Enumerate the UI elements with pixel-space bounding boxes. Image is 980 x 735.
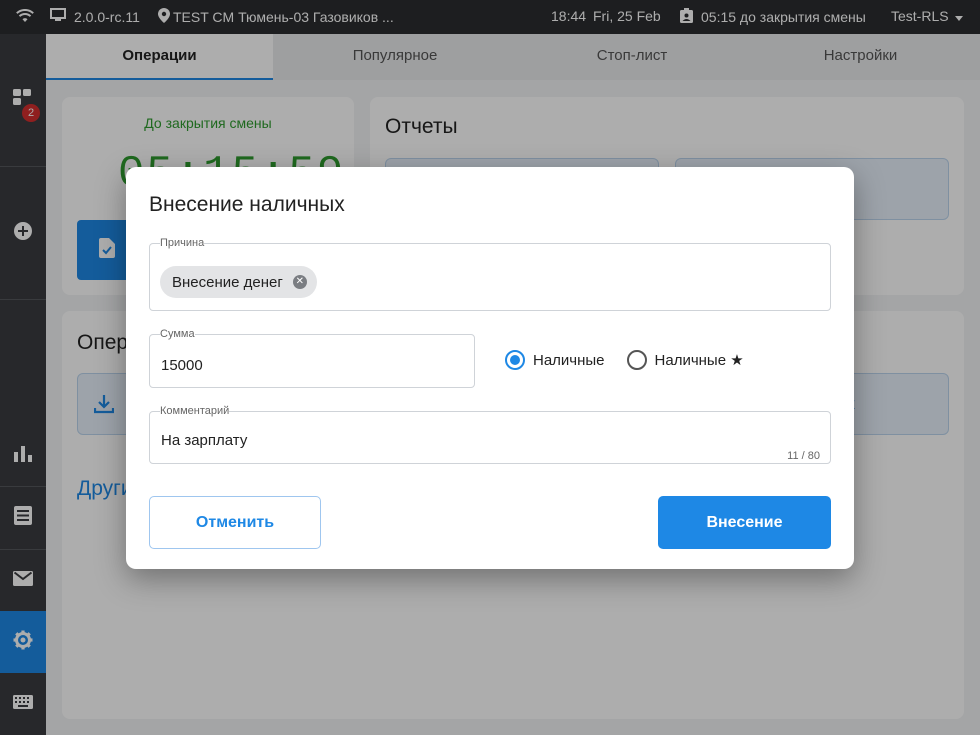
radio-checked-icon [505,350,525,370]
payment-cash-star-label: Наличные ★ [654,352,744,369]
reason-chip-label: Внесение денег [172,273,283,291]
payment-cash-star-radio[interactable]: Наличные ★ [626,350,744,370]
comment-label: Комментарий [160,405,230,417]
payment-cash-label: Наличные [533,351,605,369]
deposit-submit-button[interactable]: Внесение [658,496,831,549]
reason-chip[interactable]: Внесение денег ✕ [160,266,317,298]
sum-label: Сумма [160,328,195,340]
comment-char-counter: 11 / 80 [787,450,820,462]
radio-unchecked-icon [626,350,647,370]
dialog-title: Внесение наличных [149,193,345,216]
chip-remove-icon[interactable]: ✕ [292,275,307,289]
sum-field[interactable]: Сумма 15000 [149,328,475,388]
payment-type-group: Наличные Наличные ★ [505,350,766,370]
cash-deposit-dialog: Внесение наличных Причина Внесение денег… [126,167,854,569]
comment-input-value[interactable]: На зарплату [161,432,247,449]
cancel-button[interactable]: Отменить [149,496,321,549]
payment-cash-radio[interactable]: Наличные [505,350,605,370]
reason-field[interactable]: Причина Внесение денег ✕ [149,237,831,311]
comment-field[interactable]: Комментарий На зарплату 11 / 80 [149,405,831,464]
sum-input-value[interactable]: 15000 [161,357,203,374]
reason-label: Причина [160,237,205,249]
